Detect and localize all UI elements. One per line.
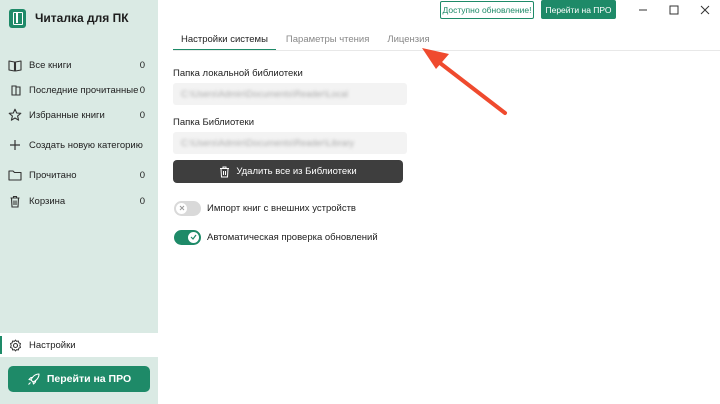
tabs-divider xyxy=(173,50,720,51)
import-setting: Импорт книг с внешних устройств xyxy=(174,200,356,216)
sidebar-item-favorites[interactable]: Избранные книги 0 xyxy=(0,104,158,126)
auto-update-label: Автоматическая проверка обновлений xyxy=(207,231,378,243)
tab-license[interactable]: Лицензия xyxy=(379,27,437,51)
sidebar-item-count: 0 xyxy=(139,59,145,71)
trash-icon xyxy=(8,194,22,208)
plus-icon xyxy=(8,138,22,152)
auto-update-toggle[interactable] xyxy=(174,229,201,245)
sidebar-item-all-books[interactable]: Все книги 0 xyxy=(0,54,158,76)
topbar-go-pro-button[interactable]: Перейти на ПРО xyxy=(541,0,616,19)
sidebar-item-count: 0 xyxy=(139,169,145,181)
sidebar-item-settings[interactable]: Настройки xyxy=(0,333,158,357)
local-library-field[interactable]: C:\Users\Admin\Documents\Reader\Local xyxy=(173,83,407,105)
rocket-icon xyxy=(27,372,40,385)
close-icon xyxy=(700,5,710,15)
check-icon xyxy=(190,234,197,240)
tab-system-settings[interactable]: Настройки системы xyxy=(173,27,276,51)
sidebar-item-count: 0 xyxy=(139,84,145,96)
sidebar-item-label: Создать новую категорию xyxy=(29,139,143,151)
star-icon xyxy=(8,108,22,122)
import-toggle[interactable] xyxy=(174,200,201,216)
x-icon xyxy=(179,205,184,211)
sidebar-item-new-category[interactable]: Создать новую категорию xyxy=(0,134,158,156)
delete-all-label: Удалить все из Библиотеки xyxy=(236,166,357,177)
brand: Читалка для ПК xyxy=(9,8,129,28)
sidebar-item-label: Корзина xyxy=(29,195,66,207)
sidebar: Читалка для ПК Все книги 0 Последние про… xyxy=(0,0,158,404)
settings-tabs: Настройки системы Параметры чтения Лицен… xyxy=(173,27,438,51)
local-library-label: Папка локальной библиотеки xyxy=(173,68,303,79)
gear-icon xyxy=(8,338,22,352)
sidebar-item-label: Последние прочитанные xyxy=(29,84,139,96)
library-path: C:\Users\Admin\Documents\Reader\Library xyxy=(181,138,355,148)
sidebar-item-label: Все книги xyxy=(29,59,72,71)
app-title: Читалка для ПК xyxy=(35,11,129,25)
sidebar-item-trash[interactable]: Корзина 0 xyxy=(0,190,158,212)
maximize-icon xyxy=(669,5,679,15)
import-label: Импорт книг с внешних устройств xyxy=(207,202,356,214)
sidebar-item-count: 0 xyxy=(139,109,145,121)
minimize-button[interactable] xyxy=(628,0,658,20)
tab-reading-options[interactable]: Параметры чтения xyxy=(278,27,377,51)
maximize-button[interactable] xyxy=(659,0,689,20)
sidebar-item-count: 0 xyxy=(139,195,145,207)
library-label: Папка Библиотеки xyxy=(173,117,255,128)
sidebar-item-label: Прочитано xyxy=(29,169,77,181)
folder-icon xyxy=(8,168,22,182)
go-pro-button[interactable]: Перейти на ПРО xyxy=(8,366,150,392)
close-button[interactable] xyxy=(690,0,720,20)
delete-all-button[interactable]: Удалить все из Библиотеки xyxy=(173,160,403,183)
update-available-button[interactable]: Доступно обновление! xyxy=(440,1,534,19)
go-pro-label: Перейти на ПРО xyxy=(46,373,132,385)
sidebar-item-read[interactable]: Прочитано 0 xyxy=(0,164,158,186)
book-icon xyxy=(8,58,22,72)
trash-icon xyxy=(220,166,230,177)
toggle-knob xyxy=(188,231,199,243)
sidebar-item-label: Избранные книги xyxy=(29,109,105,121)
auto-update-setting: Автоматическая проверка обновлений xyxy=(174,229,378,245)
minimize-icon xyxy=(639,9,647,11)
sidebar-item-label: Настройки xyxy=(29,339,76,351)
library-field[interactable]: C:\Users\Admin\Documents\Reader\Library xyxy=(173,132,407,154)
sidebar-item-recent[interactable]: Последние прочитанные 0 xyxy=(0,79,158,101)
recent-icon xyxy=(8,83,22,97)
toggle-knob xyxy=(176,202,187,214)
local-library-path: C:\Users\Admin\Documents\Reader\Local xyxy=(181,89,349,99)
app-logo-icon xyxy=(9,8,26,28)
